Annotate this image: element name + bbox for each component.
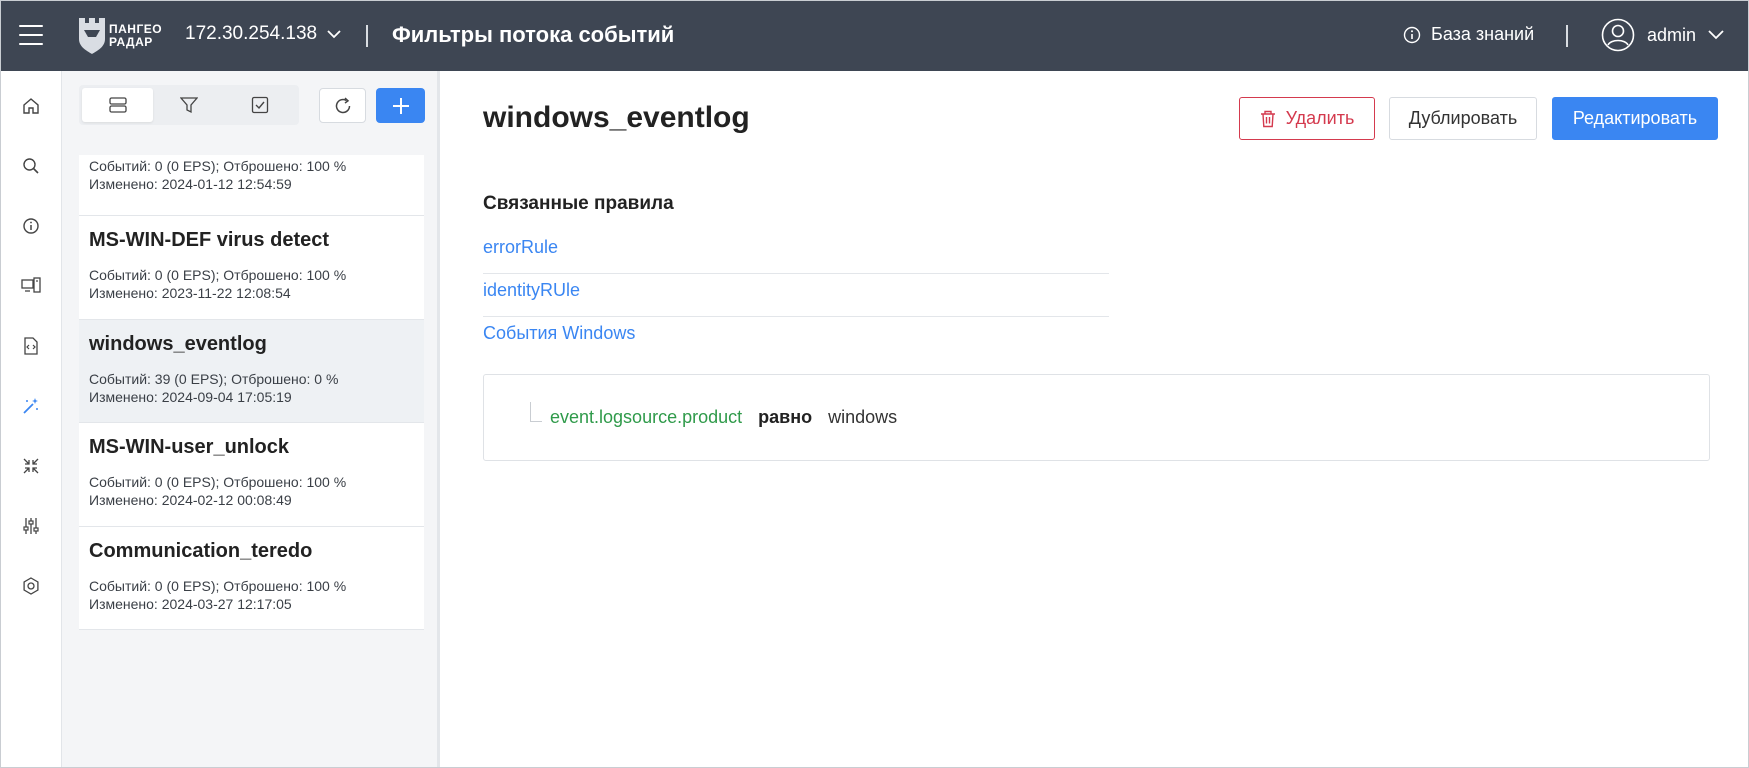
related-rules-heading: Связанные правила (483, 193, 674, 214)
checkbox-icon (252, 96, 269, 114)
condition-operator: равно (758, 407, 813, 427)
list-item-events: Событий: 0 (0 EPS); Отброшено: 100 % (89, 474, 347, 490)
server-list-icon (109, 97, 127, 113)
rule-link[interactable]: События Windows (483, 317, 1109, 360)
list-item-changed: Изменено: 2024-01-12 12:54:59 (89, 176, 292, 192)
app-window: ПАНГЕО РАДАР 172.30.254.138 Фильтры пото… (0, 0, 1749, 768)
condition-field: event.logsource.product (550, 407, 743, 427)
checked-view-tab[interactable] (225, 88, 296, 122)
view-switcher (79, 85, 299, 125)
list-item[interactable]: Communication_teredo Событий: 0 (0 EPS);… (79, 527, 424, 630)
list-item[interactable]: MS-WIN-DEF virus detect Событий: 0 (0 EP… (79, 216, 424, 320)
list-item-changed: Изменено: 2024-02-12 00:08:49 (89, 492, 292, 508)
page-title: Фильтры потока событий (392, 22, 675, 47)
user-avatar-icon (1601, 18, 1635, 52)
delete-label: Удалить (1285, 108, 1355, 128)
divider (366, 25, 368, 47)
edit-button[interactable]: Редактировать (1552, 97, 1718, 140)
list-item[interactable]: Событий: 0 (0 EPS); Отброшено: 100 % Изм… (79, 155, 424, 216)
refresh-icon (335, 96, 350, 113)
list-item-changed: Изменено: 2023-11-22 12:08:54 (89, 285, 291, 301)
search-icon[interactable] (18, 153, 44, 179)
list-item-name: Communication_teredo (89, 540, 313, 562)
filters-list: Событий: 0 (0 EPS); Отброшено: 100 % Изм… (79, 155, 424, 630)
condition-row: event.logsource.product равно windows (550, 407, 897, 428)
logo[interactable]: ПАНГЕО РАДАР (77, 15, 169, 57)
settings-icon[interactable] (18, 573, 44, 599)
list-item-name: MS-WIN-user_unlock (89, 436, 290, 458)
logo-icon (79, 18, 105, 54)
delete-button[interactable]: Удалить (1239, 97, 1375, 140)
info-icon[interactable] (18, 213, 44, 239)
server-select[interactable]: 172.30.254.138 (185, 23, 341, 45)
tree-connector (530, 402, 542, 422)
magic-wand-icon[interactable] (18, 393, 44, 419)
menu-icon[interactable] (19, 25, 43, 45)
duplicate-button[interactable]: Дублировать (1389, 97, 1537, 140)
filter-view-tab[interactable] (153, 88, 224, 122)
plus-icon (392, 97, 409, 114)
devices-icon[interactable] (18, 273, 44, 299)
home-icon[interactable] (18, 93, 44, 119)
nav-rail (1, 71, 62, 767)
user-menu[interactable]: admin (1601, 18, 1724, 52)
info-circle-icon (1403, 26, 1421, 43)
list-item-events: Событий: 0 (0 EPS); Отброшено: 100 % (89, 158, 347, 174)
rule-link[interactable]: errorRule (483, 231, 1109, 274)
list-item[interactable]: MS-WIN-user_unlock Событий: 0 (0 EPS); О… (79, 423, 424, 527)
chevron-down-icon (327, 29, 341, 38)
related-rules-list: errorRule identityRUle События Windows (483, 231, 1109, 360)
rule-link[interactable]: identityRUle (483, 274, 1109, 317)
username: admin (1647, 24, 1697, 45)
knowledge-base-link[interactable]: База знаний (1403, 24, 1534, 45)
list-item-changed: Изменено: 2024-09-04 17:05:19 (89, 389, 292, 405)
trash-icon (1260, 110, 1275, 127)
server-address: 172.30.254.138 (185, 23, 318, 44)
list-view-tab[interactable] (82, 88, 154, 122)
filters-list-panel: Событий: 0 (0 EPS); Отброшено: 100 % Изм… (62, 71, 440, 767)
filter-detail: windows_eventlog Удалить Дублировать Ред… (443, 71, 1748, 767)
refresh-button[interactable] (319, 88, 366, 123)
collapse-arrows-icon[interactable] (18, 453, 44, 479)
condition-value: windows (828, 407, 898, 427)
filter-icon (179, 97, 198, 114)
list-item-events: Событий: 0 (0 EPS); Отброшено: 100 % (89, 578, 347, 594)
list-item-name: MS-WIN-DEF virus detect (89, 229, 330, 251)
logo-text-line2: РАДАР (109, 35, 153, 49)
list-item-events: Событий: 0 (0 EPS); Отброшено: 100 % (89, 267, 347, 283)
chevron-down-icon (1708, 30, 1724, 40)
list-item-selected[interactable]: windows_eventlog Событий: 39 (0 EPS); От… (79, 320, 424, 423)
condition-box: event.logsource.product равно windows (483, 374, 1710, 461)
top-bar: ПАНГЕО РАДАР 172.30.254.138 Фильтры пото… (1, 1, 1748, 71)
list-item-changed: Изменено: 2024-03-27 12:17:05 (89, 596, 292, 612)
knowledge-base-label: База знаний (1431, 24, 1535, 44)
list-item-name: windows_eventlog (89, 333, 267, 355)
sliders-icon[interactable] (18, 513, 44, 539)
add-filter-button[interactable] (376, 88, 425, 123)
filter-title: windows_eventlog (483, 101, 750, 134)
list-item-events: Событий: 39 (0 EPS); Отброшено: 0 % (89, 371, 339, 387)
divider (1566, 25, 1568, 47)
code-file-icon[interactable] (18, 333, 44, 359)
